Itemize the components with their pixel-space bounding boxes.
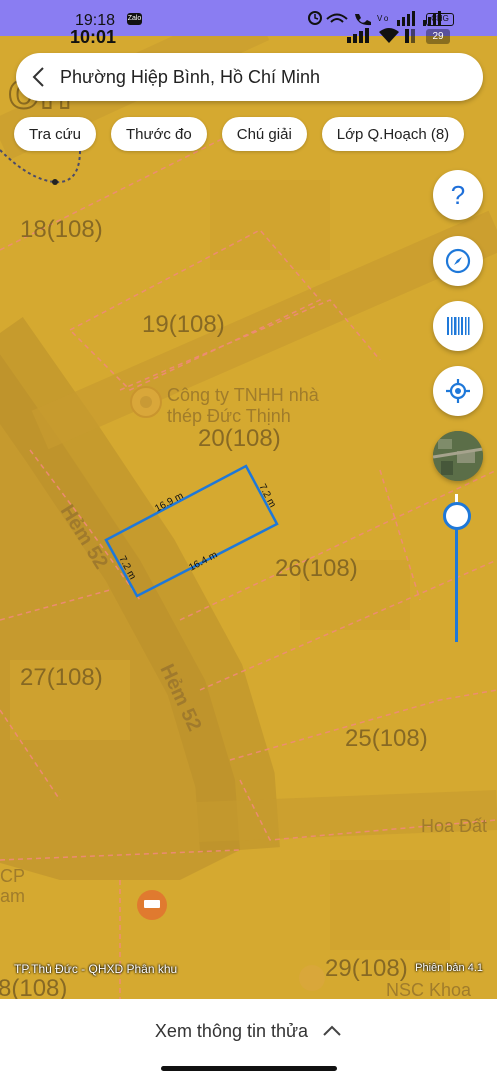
satellite-thumbnail-icon — [433, 431, 483, 481]
poi-marker[interactable] — [130, 386, 162, 418]
status-bar: 19:18 Zalo 10:01 Vo CHG 29 — [0, 0, 497, 47]
parcel-label: 19(108) — [142, 311, 225, 338]
edge-label: NSC Khoa — [386, 980, 472, 1000]
battery-icon: CHG — [426, 13, 454, 26]
barcode-button[interactable] — [433, 301, 483, 351]
chip-legend[interactable]: Chú giải — [221, 117, 307, 151]
building — [210, 180, 330, 270]
parcel-label: 25(108) — [345, 725, 428, 752]
hotel-marker[interactable] — [137, 890, 167, 920]
satellite-layer-button[interactable] — [433, 431, 483, 481]
parcel-label: 27(108) — [20, 664, 103, 691]
parcel-label: 18(108) — [20, 216, 103, 243]
view-parcel-info-label: Xem thông tin thửa — [154, 1020, 309, 1041]
parcel-label: 8(108) — [0, 975, 67, 1000]
opacity-slider-thumb[interactable] — [443, 502, 471, 531]
poi-label: thép Đức Thịnh — [167, 406, 291, 426]
boundary-point — [52, 179, 58, 185]
parcel-label: 26(108) — [275, 555, 358, 582]
view-parcel-info-button[interactable]: Xem thông tin thửa — [0, 999, 497, 1063]
chip-planning-layer[interactable]: Lớp Q.Hoạch (8) — [321, 117, 465, 151]
back-arrow-icon[interactable] — [16, 53, 60, 101]
compass-icon — [445, 248, 471, 274]
edge-label: am — [0, 886, 25, 906]
my-location-button[interactable] — [433, 366, 483, 416]
chip-row: Tra cứu Thước đo Chú giải Lớp Q.Hoạch (8… — [14, 117, 465, 151]
status-icons-secondary — [347, 27, 417, 47]
help-button[interactable]: ? — [433, 170, 483, 220]
crosshair-icon — [446, 379, 470, 403]
version-label: Phiên bản 4.1 — [415, 962, 483, 974]
poi-label: Công ty TNHH nhà — [167, 385, 320, 405]
chevron-up-icon — [323, 1025, 341, 1036]
zalo-notification-icon: Zalo — [127, 13, 142, 25]
parcel-label: 29(108) — [325, 955, 408, 982]
poi-marker-2[interactable] — [299, 965, 325, 991]
barcode-icon — [447, 317, 470, 335]
edge-label: Hoa Đất — [421, 816, 487, 836]
map-layer-caption: TP.Thủ Đức - QHXD Phân khu — [14, 962, 178, 976]
signal-icon — [347, 28, 415, 43]
search-bar[interactable]: Phường Hiệp Bình, Hồ Chí Minh — [16, 53, 483, 101]
svg-text:Vo: Vo — [377, 14, 390, 23]
chip-ruler[interactable]: Thước đo — [111, 117, 207, 151]
home-indicator — [161, 1066, 337, 1071]
compass-button[interactable] — [433, 236, 483, 286]
edge-label: CP — [0, 866, 25, 886]
question-mark-icon: ? — [450, 179, 466, 210]
building — [330, 860, 450, 950]
search-location-text[interactable]: Phường Hiệp Bình, Hồ Chí Minh — [60, 67, 320, 88]
parcel-label: 20(108) — [198, 425, 281, 452]
chip-lookup[interactable]: Tra cứu — [14, 117, 96, 151]
status-time-secondary: 10:01 — [70, 27, 117, 47]
battery-icon-secondary: 29 — [426, 29, 450, 44]
